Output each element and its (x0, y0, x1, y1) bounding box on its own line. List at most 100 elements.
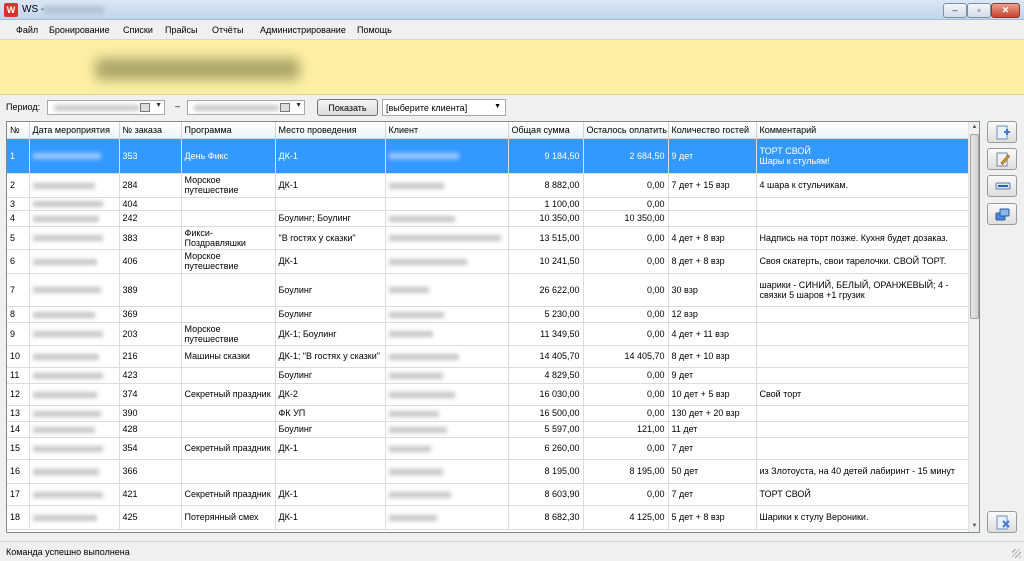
column-header-client[interactable]: Клиент (385, 122, 509, 139)
date-redacted (32, 410, 101, 417)
column-header-venue[interactable]: Место проведения (275, 122, 386, 139)
column-header-order-number[interactable]: № заказа (119, 122, 182, 139)
cell-venue: ДК-1 (275, 437, 386, 460)
cell-order-number: 428 (119, 421, 182, 438)
chevron-down-icon[interactable]: ▼ (155, 102, 162, 109)
copy-booking-button[interactable] (987, 203, 1017, 225)
menu-lists[interactable]: Списки (123, 25, 153, 35)
column-header-remaining[interactable]: Осталось оплатить (583, 122, 669, 139)
cell-event-date (29, 421, 120, 438)
chevron-down-icon[interactable]: ▼ (494, 103, 501, 110)
cell-program: Секретный праздник (181, 437, 276, 460)
add-booking-button[interactable] (987, 121, 1017, 143)
period-start-field[interactable]: ▼ (47, 100, 165, 115)
close-button[interactable]: ✕ (991, 3, 1020, 18)
menu-booking[interactable]: Бронирование (49, 25, 110, 35)
minimize-button[interactable]: ‒ (943, 3, 967, 18)
scroll-up-icon[interactable]: ▲ (969, 122, 979, 133)
cell-venue: Боулинг (275, 273, 386, 307)
cell-total: 13 515,00 (508, 226, 584, 250)
delete-booking-button[interactable] (987, 175, 1017, 197)
clear-filter-button[interactable] (987, 511, 1017, 533)
cell-guests (668, 197, 757, 211)
cell-number: 4 (7, 210, 30, 227)
maximize-button[interactable]: ▫ (967, 3, 991, 18)
cell-remaining: 0,00 (583, 483, 669, 506)
cell-number: 12 (7, 383, 30, 406)
cell-client (385, 306, 509, 323)
cell-total: 8 882,00 (508, 173, 584, 198)
cell-remaining: 0,00 (583, 197, 669, 211)
cell-event-date (29, 249, 120, 274)
table-row[interactable]: 8 369 Боулинг 5 230,00 0,00 12 взр (7, 306, 970, 323)
cell-program: Морское путешествие (181, 322, 276, 346)
table-row[interactable]: 7 389 Боулинг 26 622,00 0,00 30 взр шарики - С… (7, 273, 970, 307)
cell-venue: Боулинг (275, 421, 386, 438)
scroll-down-icon[interactable]: ▼ (969, 521, 979, 532)
cell-event-date (29, 367, 120, 384)
menu-reports[interactable]: Отчёты (212, 25, 243, 35)
cell-order-number: 383 (119, 226, 182, 250)
cell-program (181, 405, 276, 422)
bookings-grid[interactable]: № Дата мероприятия № заказа Программа Ме… (6, 121, 980, 533)
cell-program (181, 367, 276, 384)
column-header-total[interactable]: Общая сумма (508, 122, 584, 139)
calendar-icon[interactable] (280, 103, 290, 112)
date-redacted (32, 215, 99, 222)
period-dash: – (175, 101, 181, 111)
date-redacted (32, 426, 95, 433)
cell-number: 14 (7, 421, 30, 438)
cell-remaining: 0,00 (583, 405, 669, 422)
cell-event-date (29, 273, 120, 307)
cell-guests: 5 дет + 8 взр (668, 505, 757, 530)
table-row[interactable]: 9 203 Морское путешествие ДК-1; Боулинг 11 3… (7, 322, 970, 346)
vertical-scrollbar[interactable]: ▲ ▼ (968, 122, 979, 532)
period-end-field[interactable]: ▼ (187, 100, 305, 115)
calendar-icon[interactable] (140, 103, 150, 112)
client-redacted (388, 353, 459, 360)
table-row[interactable]: 2 284 Морское путешествие ДК-1 8 882,00 0,00 7… (7, 173, 970, 198)
table-row[interactable]: 15 354 Секретный праздник ДК-1 6 260,00 0,00 7… (7, 437, 970, 460)
table-row[interactable]: 12 374 Секретный праздник ДК-2 16 030,00 0,00… (7, 383, 970, 406)
table-row[interactable]: 14 428 Боулинг 5 597,00 121,00 11 дет (7, 421, 970, 438)
menu-file[interactable]: Файл (16, 25, 38, 35)
table-row[interactable]: 10 216 Машины сказки ДК-1; "В гостях у сказ… (7, 345, 970, 368)
table-row[interactable]: 11 423 Боулинг 4 829,50 0,00 9 дет (7, 367, 970, 384)
cell-venue: ДК-1 (275, 138, 386, 174)
client-redacted (388, 182, 444, 189)
date-redacted (194, 105, 279, 111)
column-header-comment[interactable]: Комментарий (756, 122, 970, 139)
cell-venue (275, 197, 386, 211)
column-header-program[interactable]: Программа (181, 122, 276, 139)
cell-guests (668, 210, 757, 227)
cell-client (385, 197, 509, 211)
menu-help[interactable]: Помощь (357, 25, 392, 35)
table-row[interactable]: 16 366 8 195,00 8 195,00 50 дет из Злотоуста,… (7, 459, 970, 484)
table-row[interactable]: 4 242 Боулинг; Боулинг 10 350,00 10 350,00 (7, 210, 970, 227)
cell-remaining: 0,00 (583, 437, 669, 460)
chevron-down-icon[interactable]: ▼ (295, 102, 302, 109)
table-row[interactable]: 18 425 Потерянный смех ДК-1 8 682,30 4 125,00… (7, 505, 970, 530)
table-row[interactable]: 17 421 Секретный праздник ДК-1 8 603,90 0,00 7… (7, 483, 970, 506)
edit-booking-button[interactable] (987, 148, 1017, 170)
column-header-number[interactable]: № (7, 122, 30, 139)
show-button[interactable]: Показать (317, 99, 378, 116)
client-select[interactable]: [выберите клиента] ▼ (382, 99, 506, 116)
column-header-event-date[interactable]: Дата мероприятия (29, 122, 120, 139)
banner-title-redacted (95, 58, 300, 80)
table-row[interactable]: 13 390 ФК УП 16 500,00 0,00 130 дет + 20 взр (7, 405, 970, 422)
cell-event-date (29, 226, 120, 250)
table-row[interactable]: 6 406 Морское путешествие ДК-1 10 241,50 0,00… (7, 249, 970, 274)
resize-grip-icon[interactable] (1012, 549, 1021, 558)
scroll-thumb[interactable] (970, 134, 979, 319)
menu-prices[interactable]: Прайсы (165, 25, 197, 35)
table-row[interactable]: 3 404 1 100,00 0,00 (7, 197, 970, 211)
table-row[interactable]: 1 353 День Фикс ДК-1 9 184,50 2 684,50 9 дет ТО… (7, 138, 970, 174)
cell-event-date (29, 173, 120, 198)
menu-administration[interactable]: Администрирование (260, 25, 346, 35)
column-header-guests[interactable]: Количество гостей (668, 122, 757, 139)
date-redacted (32, 287, 101, 294)
table-row[interactable]: 5 383 Фикси-Поздравляшки "В гостях у сказки… (7, 226, 970, 250)
client-redacted (388, 311, 444, 318)
cell-venue: ДК-1 (275, 173, 386, 198)
